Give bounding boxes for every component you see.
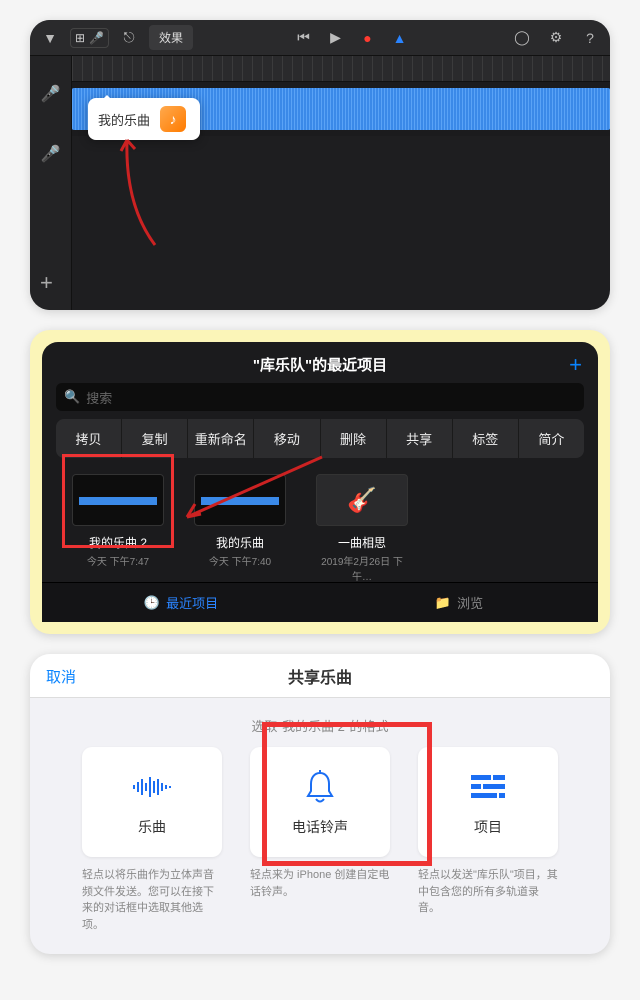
rewind-icon[interactable]: ⏮ <box>292 26 316 50</box>
project-date: 2019年2月26日 下午… <box>316 553 408 583</box>
track-mic-icon[interactable]: 🎤 <box>41 84 61 104</box>
garageband-app-icon <box>160 106 186 132</box>
add-track-button[interactable]: + <box>40 270 53 296</box>
record-icon[interactable]: ● <box>356 26 380 50</box>
project-grid: 我的乐曲 2 今天 下午7:47 我的乐曲 今天 下午7:40 🎸 一曲相思 2… <box>42 458 598 583</box>
fx-button[interactable]: 效果 <box>149 25 193 50</box>
folder-icon: 📁 <box>435 595 451 611</box>
help-icon[interactable]: ? <box>578 26 602 50</box>
annotation-arrow <box>115 135 175 255</box>
project-thumbnail: 🎸 <box>316 474 408 526</box>
settings-icon[interactable]: ⚙ <box>544 26 568 50</box>
song-name-popover[interactable]: 我的乐曲 <box>88 98 200 140</box>
bottom-tabs: 🕒 最近项目 📁 浏览 <box>42 582 598 622</box>
project-item[interactable]: 🎸 一曲相思 2019年2月26日 下午… <box>316 474 408 583</box>
cancel-button[interactable]: 取消 <box>46 666 76 687</box>
project-date: 今天 下午7:40 <box>194 553 286 568</box>
card-label: 项目 <box>474 817 502 837</box>
share-header: 取消 共享乐曲 <box>30 654 610 698</box>
track-view-toggle[interactable]: ⊞ 🎤 <box>70 28 109 48</box>
recent-projects-view: "库乐队"的最近项目 + 🔍 搜索 拷贝 复制 重新命名 移动 删除 共享 标签… <box>42 342 598 622</box>
project-title: 我的乐曲 2 <box>72 534 164 551</box>
project-title: 我的乐曲 <box>194 534 286 551</box>
project-thumbnail <box>72 474 164 526</box>
share-options: 乐曲 轻点以将乐曲作为立体声音频文件发送。您可以在接下来的对话框中选取其他选项。… <box>30 747 610 933</box>
project-item[interactable]: 我的乐曲 今天 下午7:40 <box>194 474 286 583</box>
toolbar-right: ◯ ⚙ ? <box>510 26 602 50</box>
card-label: 乐曲 <box>138 817 166 837</box>
tab-browse[interactable]: 📁 浏览 <box>320 593 598 612</box>
menu-share[interactable]: 共享 <box>387 419 453 458</box>
waveform-icon <box>132 767 172 807</box>
recent-projects-panel: "库乐队"的最近项目 + 🔍 搜索 拷贝 复制 重新命名 移动 删除 共享 标签… <box>30 330 610 634</box>
page-title: "库乐队"的最近项目 <box>42 342 598 383</box>
project-title: 一曲相思 <box>316 534 408 551</box>
card-desc: 轻点以发送"库乐队"项目，其中包含您的所有多轨道录音。 <box>418 867 558 917</box>
track-mic-icon-2[interactable]: 🎤 <box>41 144 61 164</box>
share-subtitle: 选取"我的乐曲 2"的格式 <box>30 698 610 747</box>
bell-icon <box>300 767 340 807</box>
share-title: 共享乐曲 <box>288 664 352 688</box>
play-icon[interactable]: ▶ <box>324 26 348 50</box>
dropdown-icon[interactable]: ▼ <box>38 26 62 50</box>
context-menu: 拷贝 复制 重新命名 移动 删除 共享 标签 简介 <box>56 419 584 458</box>
tuning-icon[interactable]: ⎋ <box>117 26 141 50</box>
share-card-ringtone[interactable]: 电话铃声 轻点来为 iPhone 创建自定电话铃声。 <box>250 747 390 933</box>
timeline-ruler[interactable] <box>72 56 610 82</box>
menu-tags[interactable]: 标签 <box>453 419 519 458</box>
share-song-panel: 取消 共享乐曲 选取"我的乐曲 2"的格式 乐曲 轻点以将乐曲作为立体声音频文件… <box>30 654 610 954</box>
card-desc: 轻点以将乐曲作为立体声音频文件发送。您可以在接下来的对话框中选取其他选项。 <box>82 867 222 933</box>
card-desc: 轻点来为 iPhone 创建自定电话铃声。 <box>250 867 390 900</box>
mic-icon: 🎤 <box>89 31 104 45</box>
card-label: 电话铃声 <box>292 817 348 837</box>
search-icon: 🔍 <box>64 389 80 405</box>
add-button[interactable]: + <box>569 352 582 378</box>
transport-controls: ⏮ ▶ ● ▲ <box>292 26 412 50</box>
menu-duplicate[interactable]: 复制 <box>122 419 188 458</box>
tab-recent[interactable]: 🕒 最近项目 <box>42 593 320 612</box>
project-date: 今天 下午7:47 <box>72 553 164 568</box>
share-card-song[interactable]: 乐曲 轻点以将乐曲作为立体声音频文件发送。您可以在接下来的对话框中选取其他选项。 <box>82 747 222 933</box>
loop-icon[interactable]: ◯ <box>510 26 534 50</box>
menu-rename[interactable]: 重新命名 <box>188 419 254 458</box>
metronome-icon[interactable]: ▲ <box>388 26 412 50</box>
share-card-project[interactable]: 项目 轻点以发送"库乐队"项目，其中包含您的所有多轨道录音。 <box>418 747 558 933</box>
search-placeholder: 搜索 <box>86 388 112 407</box>
project-item[interactable]: 我的乐曲 2 今天 下午7:47 <box>72 474 164 583</box>
tracks-icon: ⊞ <box>75 31 85 45</box>
menu-info[interactable]: 简介 <box>519 419 584 458</box>
search-input[interactable]: 🔍 搜索 <box>56 383 584 411</box>
menu-delete[interactable]: 删除 <box>321 419 387 458</box>
editor-toolbar: ▼ ⊞ 🎤 ⎋ 效果 ⏮ ▶ ● ▲ ◯ ⚙ ? <box>30 20 610 56</box>
menu-copy[interactable]: 拷贝 <box>56 419 122 458</box>
menu-move[interactable]: 移动 <box>254 419 320 458</box>
tracks-icon <box>468 767 508 807</box>
clock-icon: 🕒 <box>144 595 160 611</box>
project-thumbnail <box>194 474 286 526</box>
garageband-editor: ▼ ⊞ 🎤 ⎋ 效果 ⏮ ▶ ● ▲ ◯ ⚙ ? 🎤 🎤 我的乐曲 + <box>30 20 610 310</box>
popover-label: 我的乐曲 <box>98 110 150 129</box>
